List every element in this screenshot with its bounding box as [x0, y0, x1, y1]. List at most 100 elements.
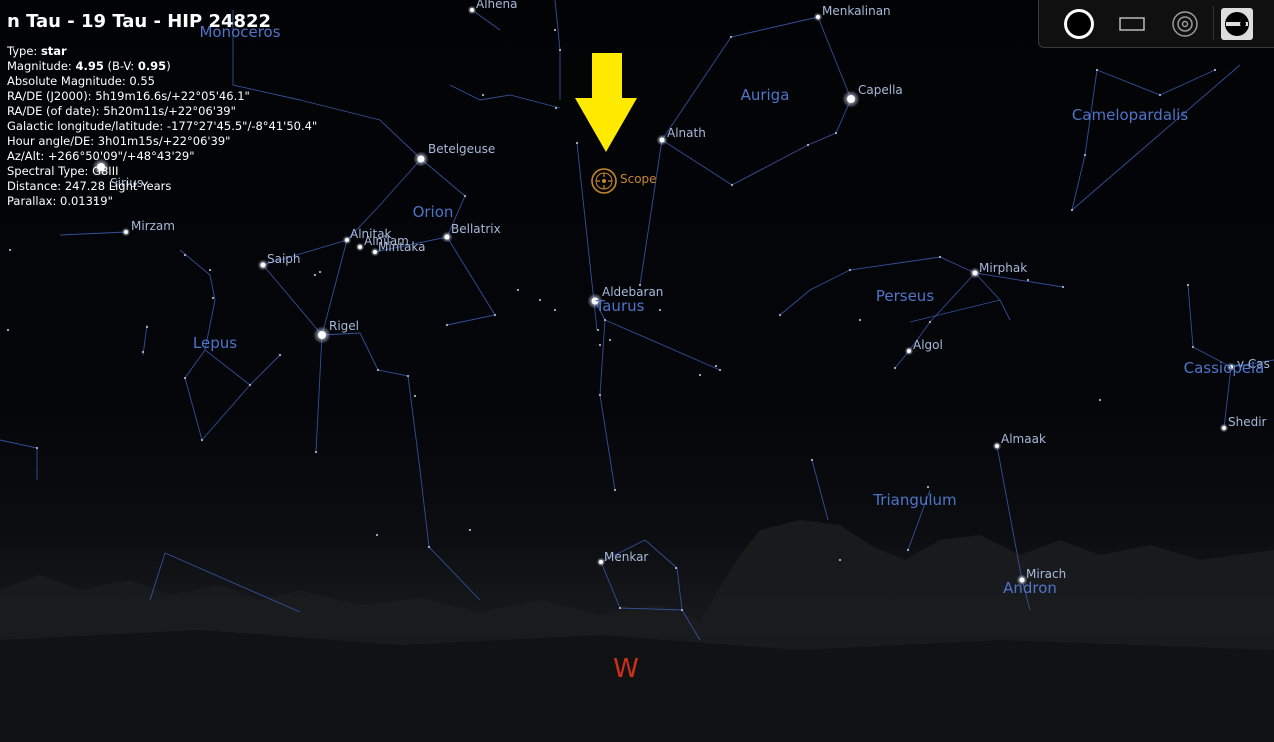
faint-star[interactable]: [558, 48, 562, 52]
faint-star[interactable]: [376, 368, 380, 372]
star-betelgeuse[interactable]: Betelgeuse: [413, 142, 495, 167]
faint-star[interactable]: [248, 383, 252, 387]
star-mintaka[interactable]: Mintaka: [370, 240, 426, 257]
faint-star[interactable]: [200, 438, 204, 442]
faint-star[interactable]: [575, 141, 579, 145]
faint-star[interactable]: [714, 364, 718, 368]
star-dot[interactable]: [599, 560, 603, 564]
faint-star[interactable]: [680, 608, 684, 612]
faint-star[interactable]: [1095, 68, 1099, 72]
faint-star[interactable]: [427, 545, 431, 549]
faint-star[interactable]: [926, 485, 930, 489]
star-dot[interactable]: [816, 15, 820, 19]
faint-star[interactable]: [375, 533, 379, 537]
faint-star[interactable]: [1191, 345, 1195, 349]
faint-star[interactable]: [445, 323, 449, 327]
star-dot[interactable]: [345, 238, 349, 242]
faint-star[interactable]: [596, 328, 600, 332]
faint-star[interactable]: [553, 308, 557, 312]
faint-star[interactable]: [938, 255, 942, 259]
faint-star[interactable]: [318, 270, 322, 274]
star-rigel[interactable]: Rigel: [313, 319, 359, 344]
faint-star[interactable]: [598, 343, 602, 347]
faint-star[interactable]: [208, 268, 212, 272]
faint-star[interactable]: [413, 394, 417, 398]
faint-star[interactable]: [141, 350, 145, 354]
faint-star[interactable]: [806, 143, 810, 147]
full-disk-icon[interactable]: [1063, 8, 1095, 40]
faint-star[interactable]: [1158, 93, 1162, 97]
faint-star[interactable]: [493, 313, 497, 317]
faint-star[interactable]: [183, 376, 187, 380]
faint-star[interactable]: [613, 488, 617, 492]
faint-star[interactable]: [906, 548, 910, 552]
faint-star[interactable]: [718, 368, 722, 372]
star-almaak[interactable]: Almaak: [992, 432, 1046, 451]
faint-star[interactable]: [1061, 285, 1065, 289]
faint-star[interactable]: [1083, 153, 1087, 157]
star-dot[interactable]: [907, 349, 911, 353]
star-shedir[interactable]: Shedir: [1219, 415, 1267, 433]
star-dot[interactable]: [847, 95, 855, 103]
faint-star[interactable]: [778, 313, 782, 317]
telrad-icon[interactable]: [1169, 8, 1201, 40]
faint-star[interactable]: [658, 308, 662, 312]
faint-star[interactable]: [1070, 208, 1074, 212]
star-capella[interactable]: Capella: [842, 83, 903, 108]
star-mirphak[interactable]: Mirphak: [969, 261, 1028, 279]
star-alhena[interactable]: Alhena: [467, 0, 518, 15]
star-dot[interactable]: [260, 262, 266, 268]
faint-star[interactable]: [928, 320, 932, 324]
star-dot[interactable]: [124, 230, 128, 234]
faint-star[interactable]: [729, 35, 733, 39]
star-algol[interactable]: Algol: [904, 338, 943, 356]
faint-star[interactable]: [1186, 283, 1190, 287]
faint-star[interactable]: [481, 93, 485, 97]
faint-star[interactable]: [893, 366, 897, 370]
star-mirzam[interactable]: Mirzam: [121, 219, 175, 237]
faint-star[interactable]: [848, 268, 852, 272]
faint-star[interactable]: [834, 131, 838, 135]
star-dot[interactable]: [417, 155, 425, 163]
faint-star[interactable]: [553, 28, 557, 32]
faint-star[interactable]: [554, 106, 558, 110]
star-menkalinan[interactable]: Menkalinan: [813, 4, 891, 22]
star-bellatrix[interactable]: Bellatrix: [441, 222, 501, 243]
faint-star[interactable]: [674, 566, 678, 570]
faint-star[interactable]: [598, 393, 602, 397]
faint-star[interactable]: [698, 373, 702, 377]
faint-star[interactable]: [1098, 398, 1102, 402]
faint-star[interactable]: [858, 318, 862, 322]
faint-star[interactable]: [183, 253, 187, 257]
faint-star[interactable]: [406, 374, 410, 378]
faint-star[interactable]: [538, 298, 542, 302]
star-dot[interactable]: [444, 234, 450, 240]
faint-star[interactable]: [6, 328, 10, 332]
telescope-control-icon[interactable]: [1221, 8, 1253, 40]
faint-star[interactable]: [730, 183, 734, 187]
faint-star[interactable]: [516, 288, 520, 292]
star-menkar[interactable]: Menkar: [596, 550, 649, 567]
faint-star[interactable]: [145, 325, 149, 329]
faint-star[interactable]: [810, 458, 814, 462]
star-dot[interactable]: [373, 250, 377, 254]
faint-star[interactable]: [1213, 68, 1217, 72]
faint-star[interactable]: [8, 248, 12, 252]
star-dot[interactable]: [470, 8, 474, 12]
faint-star[interactable]: [603, 318, 607, 322]
faint-star[interactable]: [838, 558, 842, 562]
star-saiph[interactable]: Saiph: [257, 252, 301, 271]
faint-star[interactable]: [618, 606, 622, 610]
scope-marker[interactable]: Scope: [591, 168, 657, 194]
sensor-frame-icon[interactable]: [1116, 8, 1148, 40]
faint-star[interactable]: [468, 528, 472, 532]
faint-star[interactable]: [211, 296, 215, 300]
star-dot[interactable]: [659, 137, 665, 143]
faint-star[interactable]: [608, 338, 612, 342]
faint-star[interactable]: [314, 450, 318, 454]
star-dot[interactable]: [972, 270, 978, 276]
star-dot[interactable]: [358, 245, 362, 249]
faint-star[interactable]: [35, 446, 39, 450]
star-dot[interactable]: [318, 331, 326, 339]
star-dot[interactable]: [995, 444, 999, 448]
